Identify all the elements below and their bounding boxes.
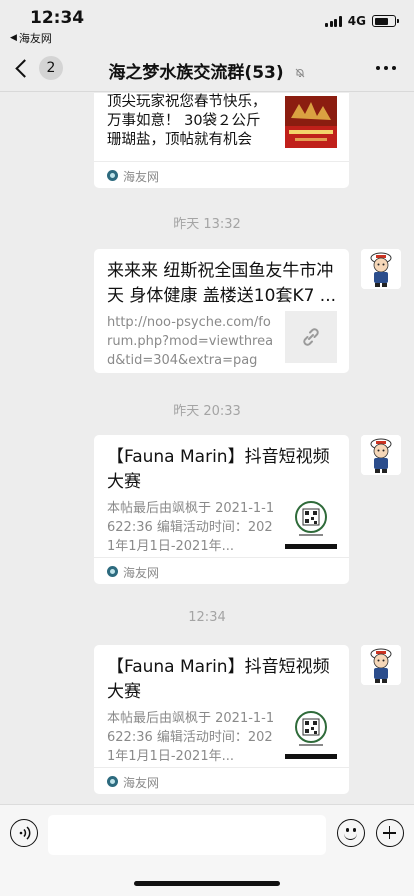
- message-card-link[interactable]: 来来来 纽斯祝全国鱼友牛市冲天 身体健康 盖楼送10套K7 ... http:/…: [94, 249, 349, 373]
- festival-banner-thumbnail: [285, 96, 337, 148]
- avatar[interactable]: [361, 645, 401, 685]
- status-indicators: 4G: [325, 14, 399, 28]
- police-cartoon-avatar-icon: [361, 435, 401, 475]
- emoji-icon[interactable]: [337, 819, 365, 847]
- battery-icon: [372, 15, 399, 27]
- more-dots-icon[interactable]: [376, 66, 396, 70]
- police-cartoon-avatar-icon: [361, 645, 401, 685]
- card-description: 顶尖玩家祝您春节快乐，万事如意！ 30袋２公斤珊瑚盐，顶帖就有机会获...: [107, 94, 267, 148]
- card-title: 来来来 纽斯祝全国鱼友牛市冲天 身体健康 盖楼送10套K7 ...: [107, 261, 337, 306]
- card-source: 海友网: [94, 161, 349, 188]
- avatar[interactable]: [361, 435, 401, 475]
- message-input[interactable]: [48, 815, 326, 855]
- network-type: 4G: [347, 14, 366, 28]
- bell-slash-icon: [295, 68, 304, 78]
- back-app-label: 海友网: [18, 32, 52, 45]
- police-cartoon-avatar-icon: [361, 249, 401, 289]
- message-list[interactable]: 顶尖玩家祝您春节快乐，万事如意！ 30袋２公斤珊瑚盐，顶帖就有机会获... 海友…: [0, 93, 414, 804]
- qr-code-thumbnail: [285, 497, 337, 549]
- card-source: 海友网: [94, 767, 349, 794]
- signal-icon: [325, 15, 342, 27]
- chat-nav-bar: 2 海之梦水族交流群(53): [0, 46, 414, 92]
- card-title: 【Fauna Marin】抖音短视频大赛: [107, 657, 330, 702]
- qr-code-thumbnail: [285, 707, 337, 759]
- card-description: 本帖最后由飒枫于 2021-1-1622:36 编辑活动时间：2021年1月1日…: [107, 501, 275, 554]
- card-source: 海友网: [94, 557, 349, 584]
- timestamp: 昨天 13:32: [173, 217, 241, 232]
- voice-icon[interactable]: [10, 819, 38, 847]
- status-time: 12:34: [30, 8, 85, 28]
- battery-level: [374, 17, 388, 25]
- card-url: http://noo-psyche.com/forum.php?mod=view…: [107, 315, 274, 368]
- source-name: 海友网: [123, 170, 160, 184]
- message-card-fauna-2[interactable]: 【Fauna Marin】抖音短视频大赛 本帖最后由飒枫于 2021-1-162…: [94, 645, 349, 794]
- message-input-bar: [0, 804, 414, 896]
- card-description: 本帖最后由飒枫于 2021-1-1622:36 编辑活动时间：2021年1月1日…: [107, 711, 275, 764]
- status-bar: 12:34 ◀ 海友网 4G: [0, 0, 414, 46]
- message-card-fauna-1[interactable]: 【Fauna Marin】抖音短视频大赛 本帖最后由飒枫于 2021-1-162…: [94, 435, 349, 584]
- link-icon: [285, 311, 337, 363]
- source-logo-icon: [107, 566, 118, 577]
- source-logo-icon: [107, 170, 118, 181]
- card-title: 【Fauna Marin】抖音短视频大赛: [107, 447, 330, 492]
- timestamp: 昨天 20:33: [173, 404, 241, 419]
- avatar[interactable]: [361, 249, 401, 289]
- source-logo-icon: [107, 776, 118, 787]
- chat-title-wrap: 海之梦水族交流群(53): [0, 58, 414, 83]
- message-card-festival[interactable]: 顶尖玩家祝您春节快乐，万事如意！ 30袋２公斤珊瑚盐，顶帖就有机会获... 海友…: [94, 93, 349, 188]
- back-to-app-link[interactable]: ◀ 海友网: [10, 30, 52, 46]
- chat-title: 海之梦水族交流群(53): [108, 63, 284, 83]
- timestamp: 12:34: [188, 610, 226, 625]
- plus-circle-icon[interactable]: [376, 819, 404, 847]
- source-name: 海友网: [123, 776, 160, 790]
- source-name: 海友网: [123, 566, 160, 580]
- back-triangle-icon: ◀: [10, 33, 17, 43]
- home-indicator[interactable]: [134, 881, 280, 886]
